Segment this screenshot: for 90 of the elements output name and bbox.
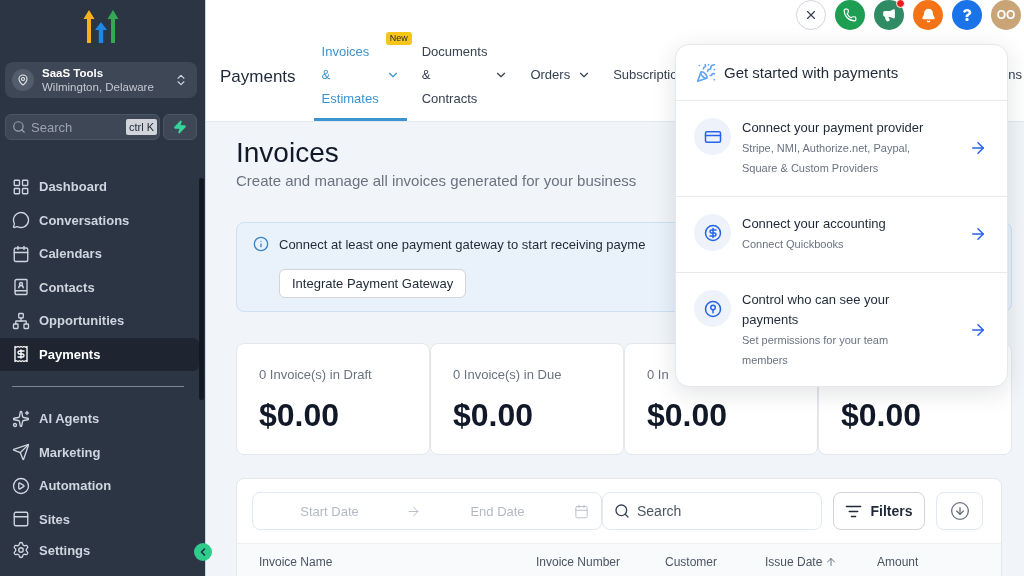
- arrow-right-icon: [406, 503, 421, 519]
- option-title: Connect your accounting: [742, 215, 887, 233]
- contact-book-icon: [12, 278, 30, 297]
- chat-bubble-icon: [12, 211, 30, 230]
- stat-label: 0 Invoice(s) in Due: [453, 367, 562, 383]
- end-date-input[interactable]: End Date: [421, 503, 574, 519]
- question-mark-icon: [961, 9, 973, 21]
- panel-icon: [12, 510, 30, 529]
- stat-label: 0 In: [647, 367, 669, 383]
- notifications-button[interactable]: [913, 0, 943, 30]
- receipt-icon: [12, 345, 30, 364]
- location-switcher[interactable]: SaaS Tools Wilmington, Delaware: [5, 62, 197, 98]
- call-button[interactable]: [835, 0, 865, 30]
- close-button[interactable]: [796, 0, 826, 30]
- sidebar-item[interactable]: Conversations: [0, 203, 199, 237]
- nav-tab[interactable]: Documents & Contracts: [413, 32, 516, 121]
- arrow-right-icon: [969, 139, 987, 157]
- play-circle-icon: [12, 476, 30, 495]
- stat-value: $0.00: [841, 397, 922, 433]
- setup-option[interactable]: Connect your payment provider Stripe, NMI, Authorize.net, Paypal, Square & Custom Providers: [676, 101, 1007, 197]
- calendar-icon: [574, 503, 589, 519]
- quick-actions-button[interactable]: [163, 114, 197, 140]
- dollar-coin-icon: [694, 214, 731, 251]
- location-address: Wilmington, Delaware: [42, 80, 155, 94]
- network-icon: [12, 311, 30, 330]
- page-heading: Invoices: [236, 136, 339, 170]
- sidebar-item[interactable]: Opportunities: [0, 304, 199, 338]
- keyhole-icon: [694, 290, 731, 327]
- download-button[interactable]: [936, 492, 983, 530]
- sidebar-item[interactable]: Sites: [0, 502, 199, 534]
- date-range-picker[interactable]: Start Date End Date: [252, 492, 602, 530]
- arrow-right-icon: [969, 321, 987, 339]
- location-name: SaaS Tools: [42, 66, 105, 80]
- keyboard-shortcut: ctrl K: [125, 119, 157, 135]
- search-icon: [614, 503, 630, 519]
- page-subtitle: Create and manage all invoices generated for your business: [236, 171, 637, 191]
- info-icon: [253, 236, 269, 252]
- sidebar-item[interactable]: Settings: [0, 533, 93, 567]
- column-header[interactable]: Amount: [877, 554, 919, 569]
- option-title: Connect your payment provider: [742, 119, 925, 137]
- phone-icon: [843, 8, 857, 22]
- sidebar-item[interactable]: Dashboard: [0, 170, 199, 204]
- new-badge: New: [385, 32, 412, 45]
- megaphone-icon: [882, 8, 896, 22]
- grid-icon: [12, 177, 30, 196]
- stat-label: 0 Invoice(s) in Draft: [259, 367, 372, 383]
- sparkles-icon: [12, 409, 30, 428]
- party-popper-icon: [696, 62, 716, 83]
- page-title: Payments: [220, 66, 296, 87]
- logo-icon: [82, 9, 119, 44]
- stat-value: $0.00: [647, 397, 728, 433]
- arrow-right-icon: [969, 225, 987, 243]
- help-button[interactable]: [952, 0, 982, 30]
- lightning-icon: [173, 120, 187, 134]
- settings-icon: [12, 541, 30, 560]
- filters-button[interactable]: Filters: [833, 492, 925, 530]
- calendar-icon: [12, 244, 30, 263]
- stat-value: $0.00: [259, 397, 340, 433]
- nav-tab[interactable]: ns: [1008, 32, 1022, 121]
- option-title: Control who can see your payments: [742, 291, 891, 329]
- option-description: Set permissions for your team members: [742, 333, 890, 368]
- column-header[interactable]: Customer: [665, 554, 717, 569]
- sidebar-item[interactable]: Automation: [0, 469, 199, 503]
- option-description: Stripe, NMI, Authorize.net, Paypal, Square & Custom Providers: [742, 141, 912, 176]
- bell-icon: [920, 7, 936, 23]
- sidebar-item[interactable]: Marketing: [0, 435, 199, 469]
- start-date-input[interactable]: Start Date: [253, 503, 406, 519]
- nav-tab[interactable]: Orders: [522, 32, 599, 121]
- download-icon: [949, 501, 970, 521]
- integrate-gateway-button[interactable]: Integrate Payment Gateway: [279, 269, 467, 298]
- setup-option[interactable]: Connect your accounting Connect Quickbooks: [676, 197, 1007, 273]
- sidebar-item[interactable]: Calendars: [0, 237, 199, 271]
- location-pin-icon: [12, 69, 34, 91]
- column-header[interactable]: Invoice Number: [536, 554, 621, 569]
- sidebar-item[interactable]: AI Agents: [0, 402, 199, 436]
- sidebar-item[interactable]: Payments: [0, 337, 199, 371]
- setup-option[interactable]: Control who can see your payments Set permissions for your team members: [676, 273, 1007, 384]
- scrollbar-thumb[interactable]: [199, 178, 204, 400]
- column-header[interactable]: Issue Date: [765, 554, 823, 569]
- paper-plane-icon: [12, 443, 30, 462]
- close-icon: [804, 8, 818, 22]
- option-description: Connect Quickbooks: [742, 237, 845, 252]
- column-header[interactable]: Invoice Name: [259, 554, 333, 569]
- credit-card-icon: [694, 118, 731, 155]
- stat-value: $0.00: [453, 397, 534, 433]
- search-icon: [12, 120, 26, 134]
- announcements-button[interactable]: [874, 0, 904, 30]
- sidebar-item[interactable]: Contacts: [0, 270, 199, 304]
- popup-title: Get started with payments: [724, 64, 899, 81]
- banner-message: Connect at least one payment gateway to start receiving payme: [279, 236, 646, 252]
